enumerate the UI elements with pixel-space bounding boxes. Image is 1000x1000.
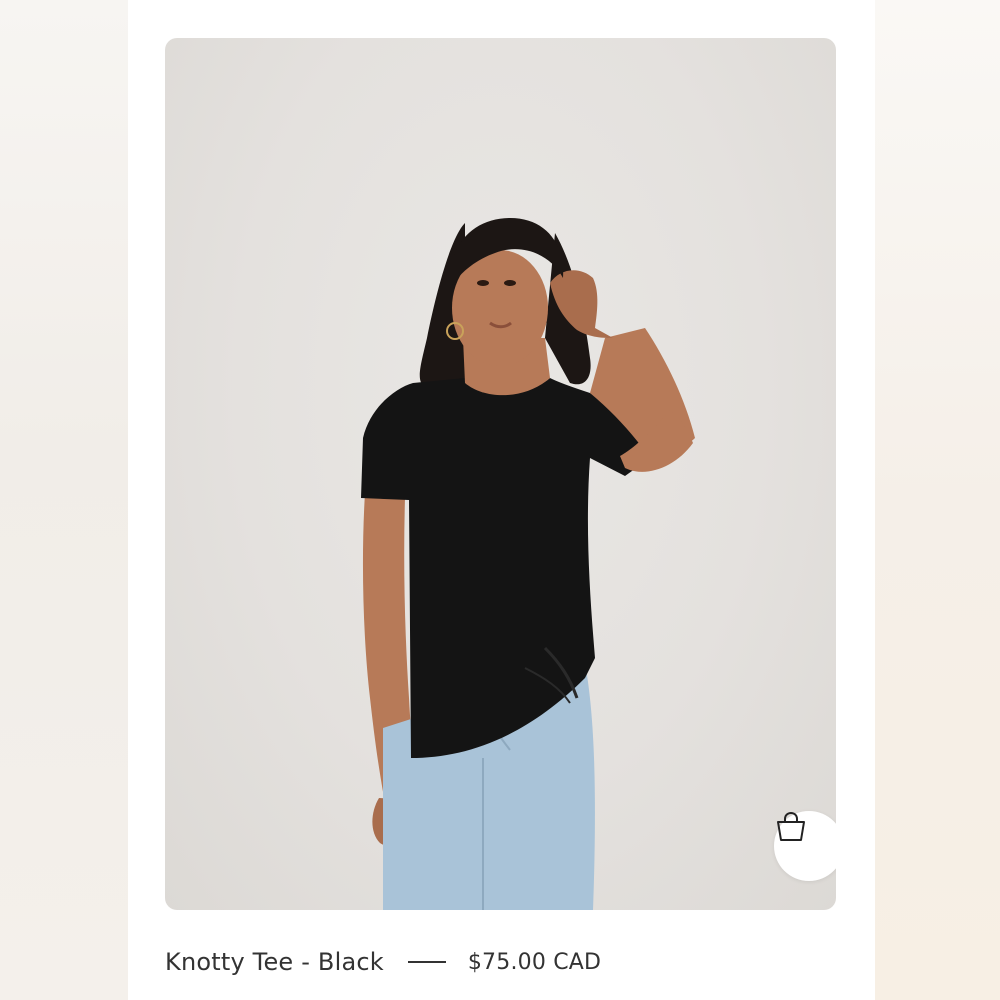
separator-dash [407,961,446,963]
shopping-bag-icon [777,811,805,841]
product-info: Knotty Tee - Black $75.00 CAD [165,940,601,984]
add-to-bag-button[interactable] [774,811,836,881]
left-backdrop [0,0,128,1000]
product-price: $75.00 CAD [467,949,602,975]
model-illustration [361,218,695,910]
right-backdrop [875,0,1000,1000]
product-name[interactable]: Knotty Tee - Black [165,948,384,976]
product-image[interactable] [165,38,836,910]
product-card[interactable]: Knotty Tee - Black $75.00 CAD [128,0,875,1000]
